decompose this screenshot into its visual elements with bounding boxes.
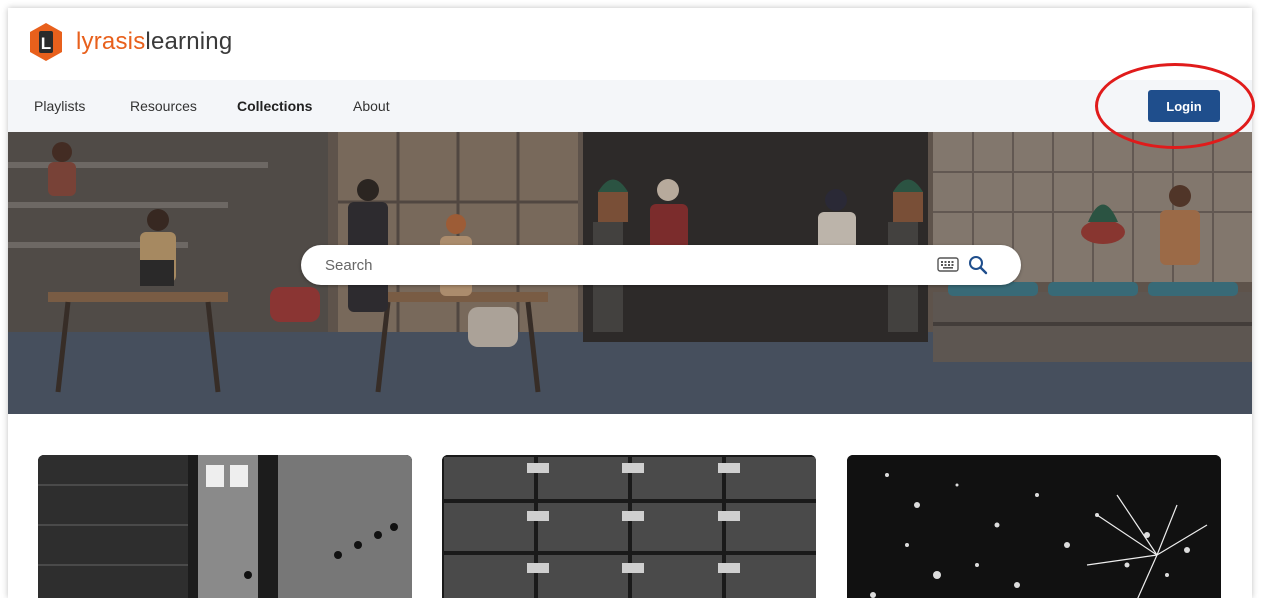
- keyboard-icon[interactable]: [937, 257, 959, 272]
- login-button[interactable]: Login: [1148, 90, 1220, 122]
- header: L lyrasislearning: [8, 8, 1252, 80]
- site-logo[interactable]: L lyrasislearning: [28, 22, 232, 62]
- sparks-image: [847, 455, 1221, 598]
- main-nav: Playlists Resources Collections About: [8, 80, 1252, 132]
- nav-resources[interactable]: Resources: [130, 98, 197, 114]
- library-shelving-image: [38, 455, 412, 598]
- search-bar: [301, 245, 1021, 285]
- page-frame: L lyrasislearning Playlists Resources Co…: [8, 8, 1252, 598]
- card-catalog-image: [442, 455, 816, 598]
- collections-grid: [8, 455, 1252, 598]
- nav-playlists[interactable]: Playlists: [34, 98, 85, 114]
- nav-about[interactable]: About: [353, 98, 390, 114]
- logo-wordmark: lyrasislearning: [76, 28, 233, 55]
- collection-card-shelving[interactable]: [38, 455, 412, 598]
- search-icon[interactable]: [968, 255, 988, 275]
- nav-collections[interactable]: Collections: [237, 98, 312, 114]
- search-input[interactable]: [325, 253, 905, 277]
- collection-card-sparks[interactable]: [847, 455, 1221, 598]
- svg-text:L: L: [41, 34, 51, 53]
- logo-hexagon-icon: L: [30, 23, 62, 61]
- collection-card-catalog[interactable]: [442, 455, 816, 598]
